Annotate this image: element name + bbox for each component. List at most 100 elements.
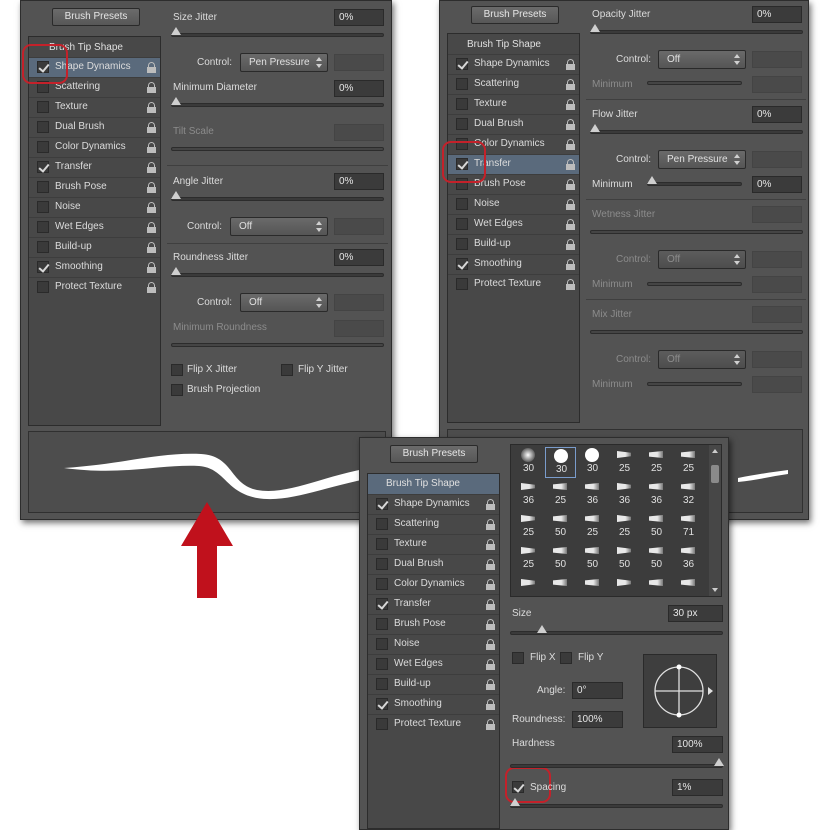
size-jitter-slider[interactable] bbox=[171, 27, 384, 37]
list-item-checkbox[interactable] bbox=[376, 558, 388, 570]
slider-thumb[interactable] bbox=[171, 97, 181, 105]
brush-tip-thumbnail[interactable]: 50 bbox=[577, 543, 608, 574]
scroll-up-icon[interactable] bbox=[712, 449, 718, 453]
list-item-checkbox[interactable] bbox=[456, 58, 468, 70]
list-item-smoothing[interactable]: Smoothing bbox=[29, 257, 160, 277]
brush-tip-thumbnail[interactable]: 25 bbox=[513, 543, 544, 574]
angle-jitter-slider[interactable] bbox=[171, 191, 384, 201]
brush-tip-shape-item[interactable]: Brush Tip Shape bbox=[368, 474, 499, 494]
brush-projection-checkbox[interactable] bbox=[171, 384, 183, 396]
list-item-checkbox[interactable] bbox=[376, 698, 388, 710]
lock-icon[interactable] bbox=[566, 139, 575, 150]
brush-tip-thumbnail[interactable] bbox=[641, 575, 672, 596]
flip-y-checkbox[interactable] bbox=[560, 652, 572, 664]
brush-tip-thumbnail[interactable] bbox=[609, 575, 640, 596]
lock-icon[interactable] bbox=[566, 179, 575, 190]
lock-icon[interactable] bbox=[486, 659, 495, 670]
lock-icon[interactable] bbox=[566, 159, 575, 170]
list-item-texture[interactable]: Texture bbox=[368, 534, 499, 554]
lock-icon[interactable] bbox=[486, 699, 495, 710]
lock-icon[interactable] bbox=[486, 519, 495, 530]
lock-icon[interactable] bbox=[486, 599, 495, 610]
spacing-slider[interactable] bbox=[510, 798, 723, 808]
lock-icon[interactable] bbox=[147, 282, 156, 293]
list-item-checkbox[interactable] bbox=[456, 238, 468, 250]
brush-tip-thumbnail[interactable]: 25 bbox=[545, 479, 576, 510]
list-item-checkbox[interactable] bbox=[37, 241, 49, 253]
brush-tip-thumbnail[interactable]: 25 bbox=[577, 511, 608, 542]
list-item-checkbox[interactable] bbox=[37, 221, 49, 233]
hardness-field[interactable]: 100% bbox=[672, 736, 723, 753]
list-item-wet-edges[interactable]: Wet Edges bbox=[448, 214, 579, 234]
brush-tip-thumbnail[interactable] bbox=[545, 575, 576, 596]
lock-icon[interactable] bbox=[566, 199, 575, 210]
lock-icon[interactable] bbox=[147, 62, 156, 73]
lock-icon[interactable] bbox=[147, 102, 156, 113]
slider-thumb[interactable] bbox=[510, 798, 520, 806]
brush-tip-thumbnail[interactable]: 50 bbox=[545, 511, 576, 542]
lock-icon[interactable] bbox=[147, 122, 156, 133]
hardness-slider[interactable] bbox=[510, 758, 724, 768]
brush-presets-button[interactable]: Brush Presets bbox=[52, 8, 140, 26]
angle-field[interactable]: 0° bbox=[572, 682, 623, 699]
slider-thumb[interactable] bbox=[590, 24, 600, 32]
lock-icon[interactable] bbox=[486, 559, 495, 570]
list-item-checkbox[interactable] bbox=[37, 261, 49, 273]
opacity-jitter-field[interactable]: 0% bbox=[752, 6, 802, 23]
brush-tip-thumbnail[interactable]: 30 bbox=[513, 447, 544, 478]
lock-icon[interactable] bbox=[147, 242, 156, 253]
brush-tip-thumbnail[interactable]: 50 bbox=[609, 543, 640, 574]
list-item-shape-dynamics[interactable]: Shape Dynamics bbox=[448, 54, 579, 74]
min-diameter-slider[interactable] bbox=[171, 97, 384, 107]
size-jitter-field[interactable]: 0% bbox=[334, 9, 384, 26]
list-item-noise[interactable]: Noise bbox=[368, 634, 499, 654]
brush-tip-thumbnail[interactable]: 30 bbox=[545, 447, 576, 478]
brush-tip-thumbnail[interactable]: 25 bbox=[513, 511, 544, 542]
list-item-dual-brush[interactable]: Dual Brush bbox=[368, 554, 499, 574]
list-item-build-up[interactable]: Build-up bbox=[29, 237, 160, 257]
slider-thumb[interactable] bbox=[714, 758, 724, 766]
flip-x-checkbox[interactable] bbox=[512, 652, 524, 664]
brush-presets-button[interactable]: Brush Presets bbox=[390, 445, 478, 463]
list-item-checkbox[interactable] bbox=[376, 678, 388, 690]
spacing-field[interactable]: 1% bbox=[672, 779, 723, 796]
size-slider[interactable] bbox=[510, 625, 723, 635]
list-item-protect-texture[interactable]: Protect Texture bbox=[29, 277, 160, 297]
size-control-select[interactable]: Pen Pressure bbox=[240, 53, 328, 72]
list-item-checkbox[interactable] bbox=[456, 198, 468, 210]
brush-tip-thumbnail[interactable] bbox=[577, 575, 608, 596]
flip-y-jitter-checkbox[interactable] bbox=[281, 364, 293, 376]
lock-icon[interactable] bbox=[566, 279, 575, 290]
brush-tip-thumbnail[interactable]: 32 bbox=[673, 479, 704, 510]
list-item-checkbox[interactable] bbox=[37, 101, 49, 113]
list-item-dual-brush[interactable]: Dual Brush bbox=[29, 117, 160, 137]
lock-icon[interactable] bbox=[566, 59, 575, 70]
lock-icon[interactable] bbox=[486, 679, 495, 690]
lock-icon[interactable] bbox=[566, 239, 575, 250]
lock-icon[interactable] bbox=[486, 719, 495, 730]
list-item-protect-texture[interactable]: Protect Texture bbox=[368, 714, 499, 734]
brush-tip-thumbnail[interactable]: 36 bbox=[641, 479, 672, 510]
brush-tip-thumbnail[interactable]: 25 bbox=[641, 447, 672, 478]
slider-thumb[interactable] bbox=[171, 191, 181, 199]
slider-thumb[interactable] bbox=[171, 267, 181, 275]
brush-tip-thumbnail[interactable] bbox=[513, 575, 544, 596]
roundness-field[interactable]: 100% bbox=[572, 711, 623, 728]
list-item-scattering[interactable]: Scattering bbox=[448, 74, 579, 94]
flow-jitter-field[interactable]: 0% bbox=[752, 106, 802, 123]
list-item-wet-edges[interactable]: Wet Edges bbox=[29, 217, 160, 237]
min-diameter-field[interactable]: 0% bbox=[334, 80, 384, 97]
angle-jitter-field[interactable]: 0% bbox=[334, 173, 384, 190]
lock-icon[interactable] bbox=[486, 639, 495, 650]
lock-icon[interactable] bbox=[147, 182, 156, 193]
slider-thumb[interactable] bbox=[590, 124, 600, 132]
opacity-control-select[interactable]: Off bbox=[658, 50, 746, 69]
list-item-checkbox[interactable] bbox=[37, 121, 49, 133]
list-item-protect-texture[interactable]: Protect Texture bbox=[448, 274, 579, 294]
roundness-control-select[interactable]: Off bbox=[240, 293, 328, 312]
list-item-texture[interactable]: Texture bbox=[448, 94, 579, 114]
lock-icon[interactable] bbox=[147, 262, 156, 273]
flip-x-jitter-checkbox[interactable] bbox=[171, 364, 183, 376]
brush-tip-thumbnail[interactable]: 36 bbox=[609, 479, 640, 510]
list-item-dual-brush[interactable]: Dual Brush bbox=[448, 114, 579, 134]
